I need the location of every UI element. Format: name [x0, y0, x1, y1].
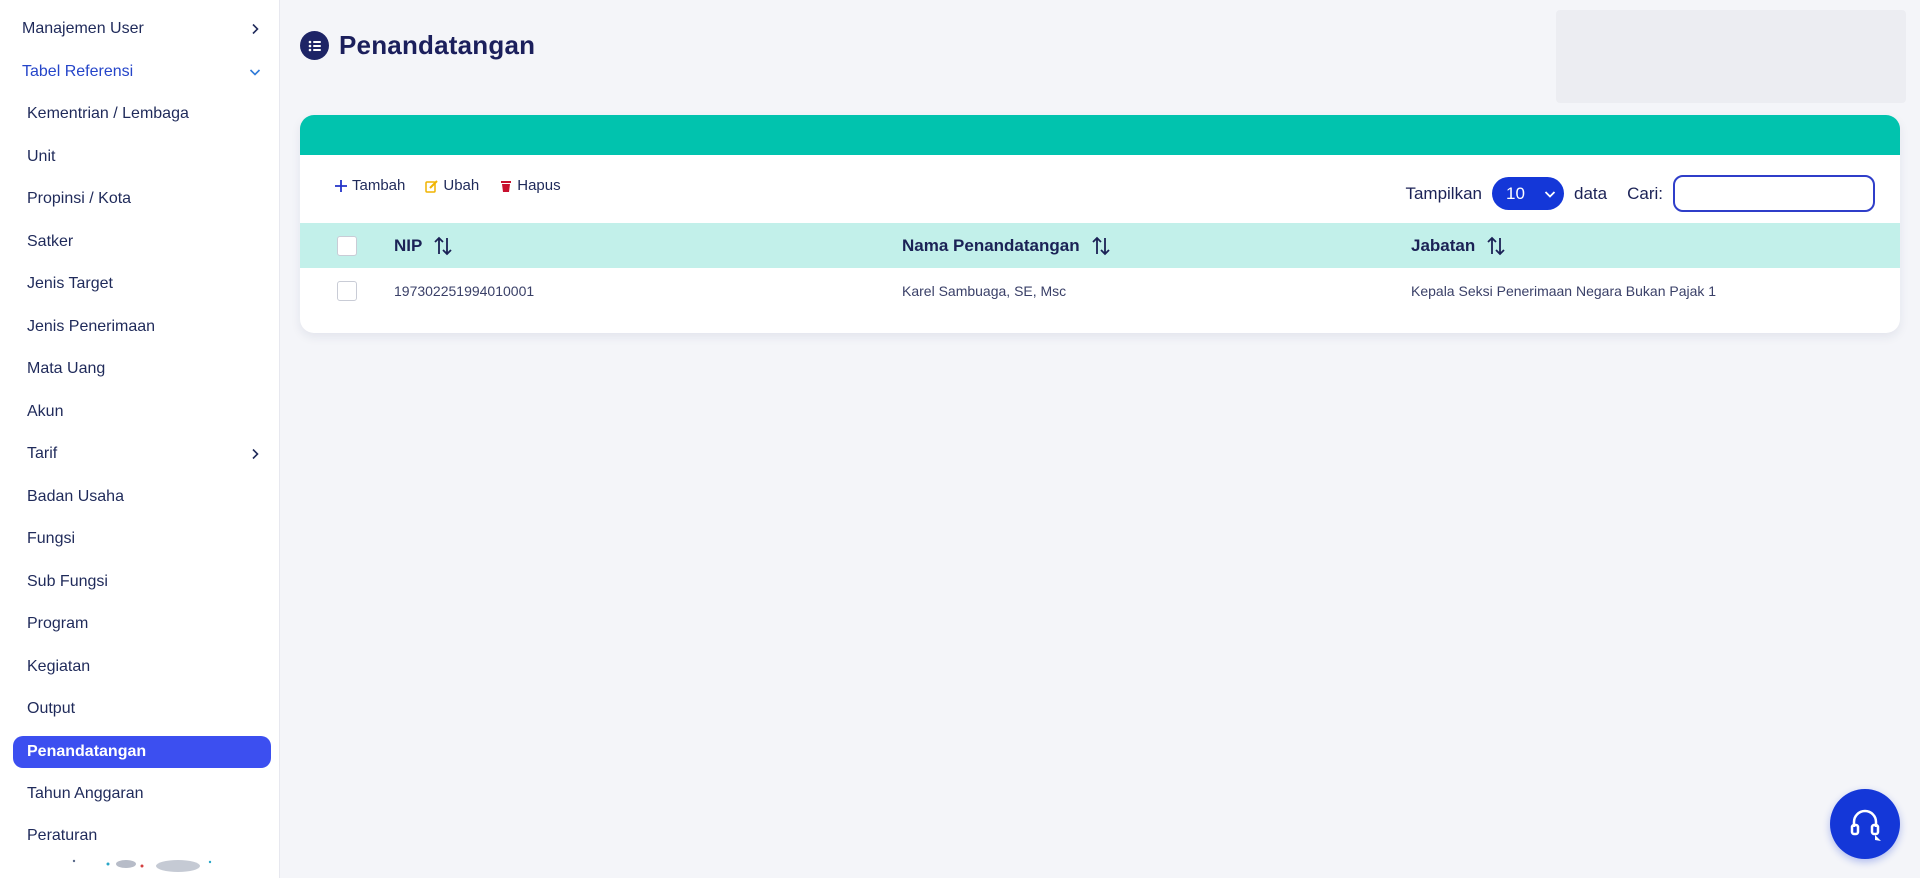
- sidebar-item-tabel-referensi[interactable]: Tabel Referensi: [8, 51, 271, 94]
- chevron-right-icon: [247, 446, 263, 462]
- sidebar-item-label: Manajemen User: [22, 20, 144, 38]
- sidebar-item-tarif[interactable]: Tarif: [13, 433, 271, 476]
- sidebar-item-jenis-penerimaan[interactable]: Jenis Penerimaan: [13, 306, 271, 349]
- card-header-band: [300, 115, 1900, 155]
- footer-logo-icon: [72, 859, 212, 872]
- sidebar-item-satker[interactable]: Satker: [13, 221, 271, 264]
- page-header: Penandatangan: [300, 30, 535, 61]
- sidebar-item-propinsi-kota[interactable]: Propinsi / Kota: [13, 178, 271, 221]
- sidebar-item-label: Tabel Referensi: [22, 62, 134, 80]
- page-title: Penandatangan: [339, 30, 536, 60]
- sidebar-item-label: Penandatangan: [27, 742, 147, 760]
- select-all-checkbox[interactable]: [337, 235, 357, 256]
- show-label: Tampilkan: [1405, 183, 1482, 203]
- sidebar-item-label: Sub Fungsi: [27, 572, 108, 590]
- row-checkbox[interactable]: [337, 280, 357, 301]
- select-all-cell: [300, 235, 394, 256]
- sidebar-item-unit[interactable]: Unit: [13, 136, 271, 179]
- table-controls: Tampilkan 10 data Cari:: [1405, 175, 1875, 212]
- sidebar-item-label: Mata Uang: [27, 360, 106, 378]
- sidebar-item-penandatangan[interactable]: Penandatangan: [13, 735, 271, 768]
- cell-jabatan: Kepala Seksi Penerimaan Negara Bukan Paj…: [1411, 282, 1717, 299]
- sidebar-item-output[interactable]: Output: [13, 688, 271, 731]
- sort-icon: [1091, 236, 1110, 255]
- data-table: NIP Nama Penandatangan Jabatan 197302251…: [300, 223, 1900, 313]
- sidebar-item-mata-uang[interactable]: Mata Uang: [13, 348, 271, 391]
- chevron-down-icon: [1544, 190, 1556, 198]
- data-label: data: [1574, 183, 1608, 203]
- search-label: Cari:: [1627, 183, 1663, 203]
- sidebar-item-sub-fungsi[interactable]: Sub Fungsi: [13, 561, 271, 604]
- sidebar-item-label: Output: [27, 700, 76, 718]
- page-size-select[interactable]: 10: [1492, 177, 1564, 210]
- sidebar-item-peraturan[interactable]: Peraturan: [13, 815, 271, 858]
- cell-nama: Karel Sambuaga, SE, Msc: [902, 282, 1067, 299]
- headset-icon: [1850, 809, 1881, 841]
- sort-icon: [1487, 236, 1505, 255]
- column-header-nip[interactable]: NIP: [394, 235, 902, 257]
- sidebar-item-label: Fungsi: [27, 530, 76, 548]
- column-header-label: Nama Penandatangan: [902, 235, 1080, 255]
- column-header-label: Jabatan: [1411, 235, 1476, 255]
- header-placeholder: [1556, 10, 1906, 103]
- column-header-nama[interactable]: Nama Penandatangan: [902, 235, 1411, 257]
- sort-icon: [434, 236, 452, 255]
- sidebar-item-manajemen-user[interactable]: Manajemen User: [8, 8, 271, 51]
- table-card: Tambah Ubah Hapus Tampilkan 10 data Cari…: [300, 115, 1900, 333]
- chevron-down-icon: [247, 64, 263, 80]
- add-button[interactable]: Tambah: [334, 177, 405, 194]
- sidebar-item-program[interactable]: Program: [13, 603, 271, 646]
- delete-button[interactable]: Hapus: [499, 177, 561, 194]
- plus-icon: [335, 179, 347, 192]
- search-input[interactable]: [1673, 175, 1875, 212]
- sidebar-item-badan-usaha[interactable]: Badan Usaha: [13, 476, 271, 519]
- edit-button[interactable]: Ubah: [425, 177, 479, 194]
- sidebar: Manajemen User Tabel Referensi Kementria…: [0, 0, 280, 878]
- sidebar-item-label: Kegiatan: [27, 657, 91, 675]
- delete-button-label: Hapus: [517, 177, 561, 194]
- help-chat-button[interactable]: [1830, 789, 1900, 859]
- column-header-label: NIP: [394, 235, 423, 255]
- table-header-row: NIP Nama Penandatangan Jabatan: [300, 223, 1900, 268]
- cell-nip: 197302251994010001: [394, 282, 535, 299]
- sidebar-item-label: Tarif: [27, 445, 58, 463]
- sidebar-item-label: Akun: [27, 402, 64, 420]
- edit-icon: [425, 179, 439, 193]
- sidebar-item-tahun-anggaran[interactable]: Tahun Anggaran: [13, 773, 271, 816]
- row-select-cell: [300, 280, 394, 301]
- sidebar-menu: Manajemen User Tabel Referensi Kementria…: [0, 0, 279, 858]
- toolbar: Tambah Ubah Hapus: [334, 177, 561, 194]
- sidebar-item-jenis-target[interactable]: Jenis Target: [13, 263, 271, 306]
- add-button-label: Tambah: [352, 177, 406, 194]
- sidebar-item-kegiatan[interactable]: Kegiatan: [13, 646, 271, 689]
- list-icon: [300, 31, 329, 60]
- sidebar-item-label: Propinsi / Kota: [27, 190, 132, 208]
- sidebar-item-label: Badan Usaha: [27, 487, 124, 505]
- sidebar-item-label: Tahun Anggaran: [27, 784, 144, 802]
- sidebar-item-label: Jenis Target: [27, 275, 113, 293]
- sidebar-item-label: Satker: [27, 232, 74, 250]
- sidebar-item-kementrian-lembaga[interactable]: Kementrian / Lembaga: [13, 93, 271, 136]
- trash-icon: [501, 180, 512, 192]
- sidebar-item-akun[interactable]: Akun: [13, 391, 271, 434]
- chevron-right-icon: [247, 21, 263, 37]
- sidebar-item-label: Unit: [27, 147, 56, 165]
- sidebar-item-fungsi[interactable]: Fungsi: [13, 518, 271, 561]
- sidebar-item-label: Kementrian / Lembaga: [27, 105, 189, 123]
- page-size-value: 10: [1506, 183, 1525, 203]
- sidebar-item-label: Jenis Penerimaan: [27, 317, 156, 335]
- table-row[interactable]: 197302251994010001 Karel Sambuaga, SE, M…: [300, 268, 1900, 313]
- sidebar-item-label: Peraturan: [27, 827, 98, 845]
- edit-button-label: Ubah: [443, 177, 480, 194]
- column-header-jabatan[interactable]: Jabatan: [1411, 235, 1900, 257]
- sidebar-item-label: Program: [27, 615, 89, 633]
